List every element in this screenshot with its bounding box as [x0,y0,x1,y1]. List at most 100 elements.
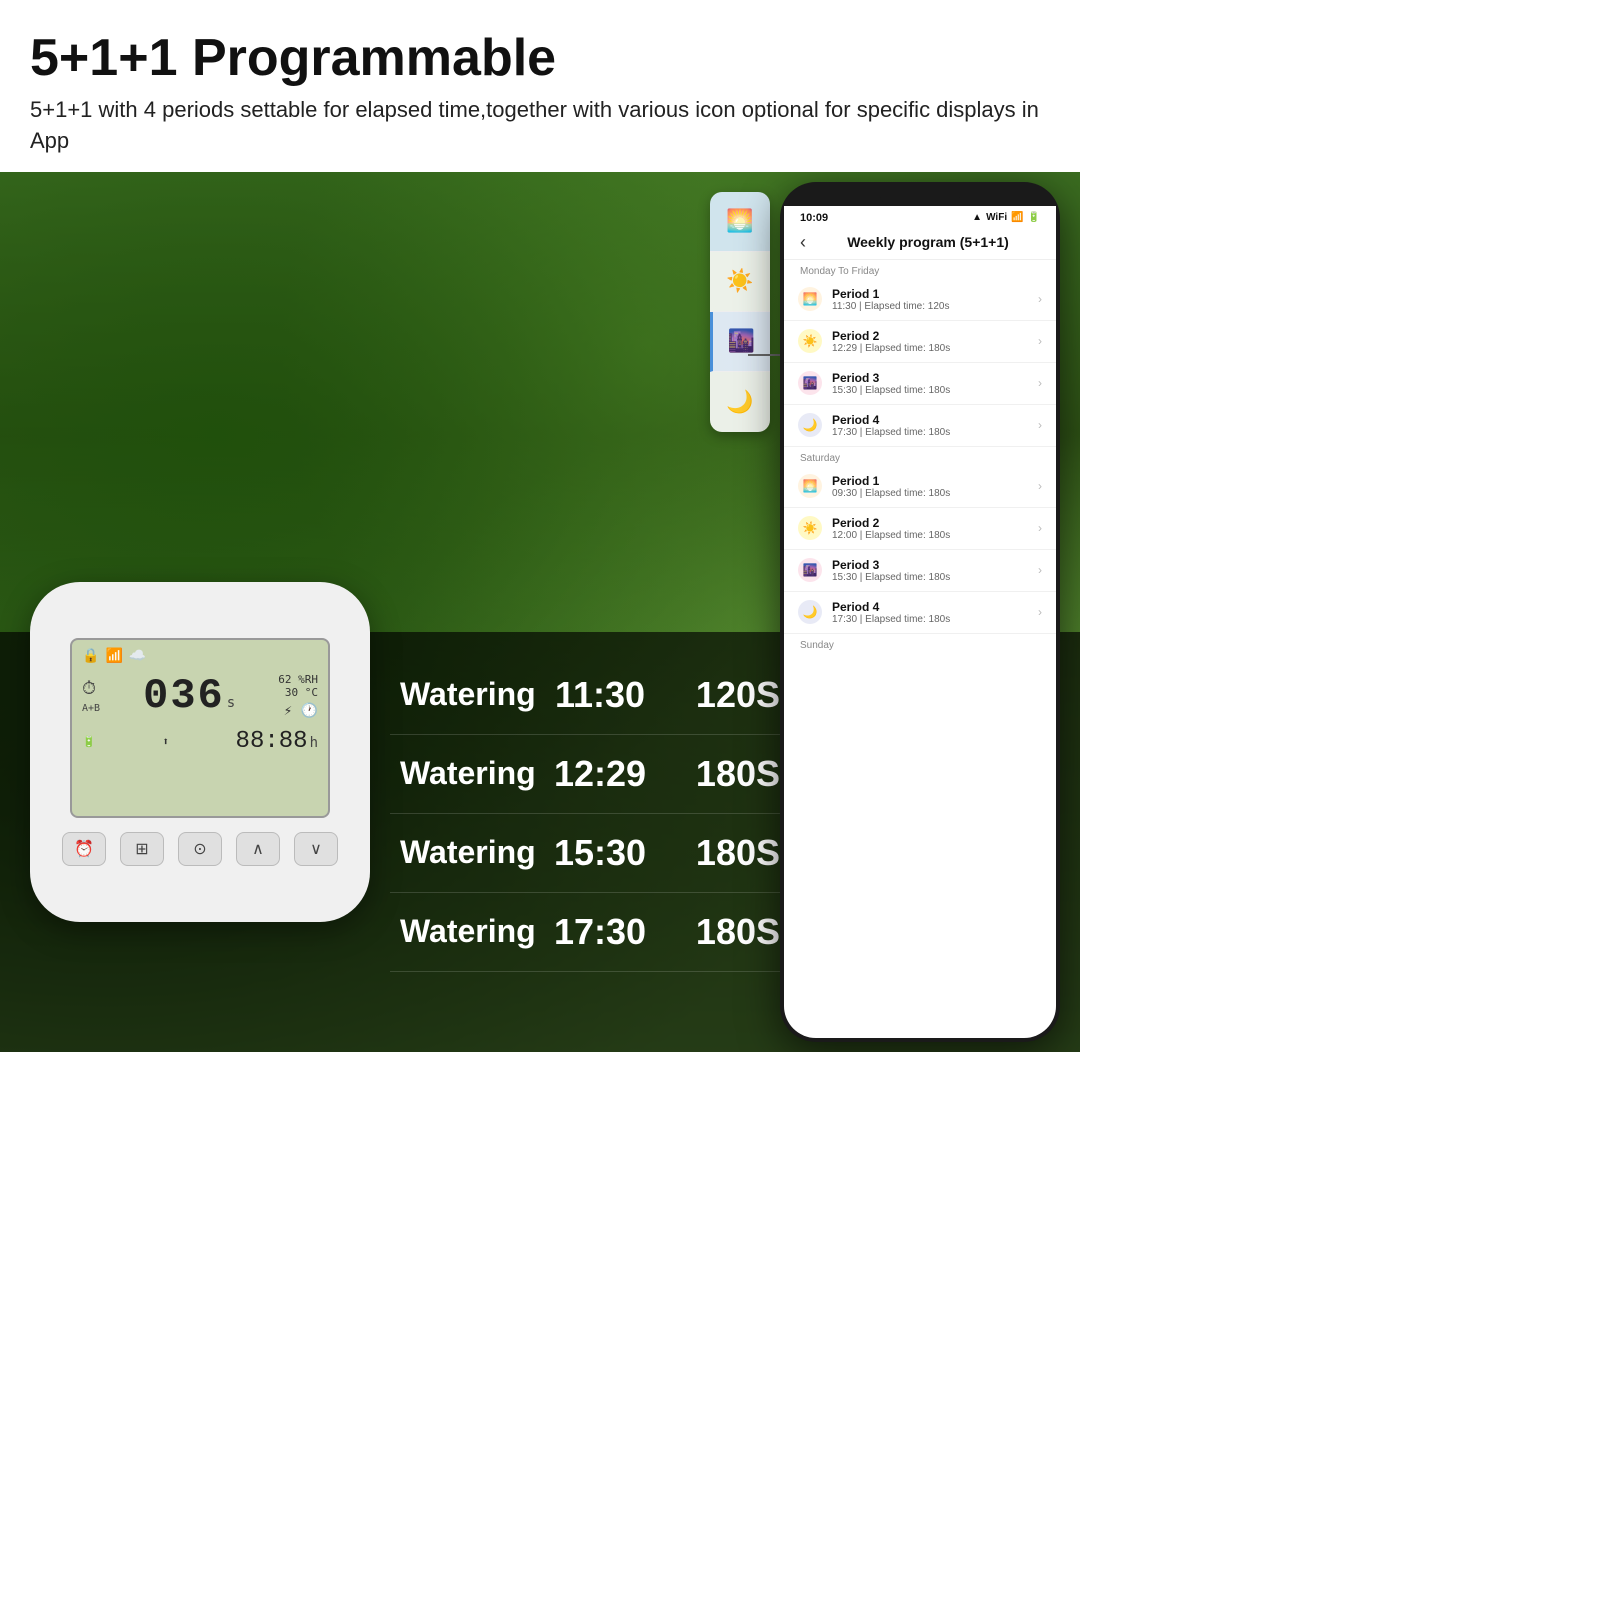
chevron-right-icon-2: › [1038,334,1042,348]
period-name-3: Period 3 [832,371,1038,385]
section-label-mf: Monday To Friday [784,260,1056,279]
phone-status-bar: 10:09 ▲ WiFi 📶 🔋 [784,206,1056,226]
icon-strip-sun[interactable]: ☀️ [710,252,770,312]
schedule-row-1: Watering 11:30 120S [390,656,790,735]
period-sat-time-4: 17:30 | Elapsed time: 180s [832,614,1038,625]
watering-label-3: Watering [400,834,540,871]
duration-1: 120S [660,674,780,716]
period-mf-2[interactable]: ☀️ Period 2 12:29 | Elapsed time: 180s › [784,321,1056,363]
period-mf-3[interactable]: 🌆 Period 3 15:30 | Elapsed time: 180s › [784,363,1056,405]
phone-mockup: 10:09 ▲ WiFi 📶 🔋 ‹ Weekly program (5+1+1… [780,182,1060,1042]
phone-app-header: ‹ Weekly program (5+1+1) [784,226,1056,260]
bottom-time: 88:88 [236,728,308,755]
period-icon-moon-4: 🌙 [798,413,822,437]
icon-strip-sunset[interactable]: 🌆 [710,312,770,372]
period-name-2: Period 2 [832,329,1038,343]
chevron-right-sat-4: › [1038,605,1042,619]
period-sat-time-3: 15:30 | Elapsed time: 180s [832,572,1038,583]
wifi-icon: 📶 [105,648,122,664]
period-sat-info-2: Period 2 12:00 | Elapsed time: 180s [832,516,1038,541]
schedule-table: Watering 11:30 120S Watering 12:29 180S … [390,656,790,972]
period-sat-info-1: Period 1 09:30 | Elapsed time: 180s [832,474,1038,499]
humidity-value: 62 %RH [278,673,318,686]
device-screen: 🔒 📶 ☁️ ⏱ A+B 036 s [70,638,330,818]
period-sat-time-1: 09:30 | Elapsed time: 180s [832,488,1038,499]
unit-s: s [227,695,235,711]
period-info-3: Period 3 15:30 | Elapsed time: 180s [832,371,1038,396]
period-name-4: Period 4 [832,413,1038,427]
phone-app-title: Weekly program (5+1+1) [816,234,1040,250]
period-sat-name-1: Period 1 [832,474,1038,488]
battery-status-icon: 🔋 [1028,212,1040,223]
icon-strip-moon[interactable]: 🌙 [710,372,770,432]
icon-strip: 🌅 ☀️ 🌆 🌙 [710,192,770,432]
icons-right: ⚡ 🕐 [284,703,318,719]
back-button[interactable]: ‹ [800,232,806,253]
watering-label-4: Watering [400,913,540,950]
section-label-sun: Sunday [784,634,1056,653]
period-sat-info-4: Period 4 17:30 | Elapsed time: 180s [832,600,1038,625]
ab-label: A+B [82,703,100,714]
device-buttons: ⏰ ⊞ ⊙ ∧ ∨ [62,832,338,866]
battery-icon: 🔋 [82,735,96,748]
icon-strip-sunrise[interactable]: 🌅 [710,192,770,252]
status-time: 10:09 [800,212,828,224]
btn-timer[interactable]: ⏰ [62,832,106,866]
time-1: 11:30 [540,674,660,716]
duration-4: 180S [660,911,780,953]
page-description: 5+1+1 with 4 periods settable for elapse… [30,95,1050,157]
period-info-4: Period 4 17:30 | Elapsed time: 180s [832,413,1038,438]
time-3: 15:30 [540,832,660,874]
status-icons: ▲ WiFi 📶 🔋 [972,212,1040,223]
screen-right-info: 62 %RH 30 °C ⚡ 🕐 [278,673,318,719]
period-info-1: Period 1 11:30 | Elapsed time: 120s [832,287,1038,312]
temperature-value: 30 °C [285,686,318,699]
lock-icon: 🔒 [82,648,99,664]
header-section: 5+1+1 Programmable 5+1+1 with 4 periods … [0,0,1080,172]
chevron-right-icon-3: › [1038,376,1042,390]
btn-up[interactable]: ∧ [236,832,280,866]
period-icon-sunrise-sat-1: 🌅 [798,474,822,498]
duration-3: 180S [660,832,780,874]
upload-icon: ⬆ [162,735,169,748]
schedule-row-2: Watering 12:29 180S [390,735,790,814]
chevron-right-sat-1: › [1038,479,1042,493]
period-sat-time-2: 12:00 | Elapsed time: 180s [832,530,1038,541]
schedule-row-4: Watering 17:30 180S [390,893,790,972]
period-sat-1[interactable]: 🌅 Period 1 09:30 | Elapsed time: 180s › [784,466,1056,508]
screen-left-icons: ⏱ A+B [82,678,100,714]
period-name-1: Period 1 [832,287,1038,301]
period-sat-2[interactable]: ☀️ Period 2 12:00 | Elapsed time: 180s › [784,508,1056,550]
time-4: 17:30 [540,911,660,953]
period-time-1: 11:30 | Elapsed time: 120s [832,301,1038,312]
period-icon-sunset-3: 🌆 [798,371,822,395]
period-time-3: 15:30 | Elapsed time: 180s [832,385,1038,396]
period-mf-4[interactable]: 🌙 Period 4 17:30 | Elapsed time: 180s › [784,405,1056,447]
cloud-icon: ☁️ [129,648,146,664]
schedule-row-3: Watering 15:30 180S [390,814,790,893]
time-2: 12:29 [540,753,660,795]
btn-clock[interactable]: ⊙ [178,832,222,866]
signal-icon: ▲ [972,212,982,223]
btn-grid[interactable]: ⊞ [120,832,164,866]
main-number: 036 [143,672,225,720]
phone-screen: 10:09 ▲ WiFi 📶 🔋 ‹ Weekly program (5+1+1… [784,206,1056,1038]
page-title: 5+1+1 Programmable [30,30,1050,87]
period-sat-name-3: Period 3 [832,558,1038,572]
period-sat-name-2: Period 2 [832,516,1038,530]
period-sat-4[interactable]: 🌙 Period 4 17:30 | Elapsed time: 180s › [784,592,1056,634]
period-time-2: 12:29 | Elapsed time: 180s [832,343,1038,354]
period-mf-1[interactable]: 🌅 Period 1 11:30 | Elapsed time: 120s › [784,279,1056,321]
wifi-status-icon: WiFi [986,212,1007,223]
chevron-right-icon-1: › [1038,292,1042,306]
period-sat-3[interactable]: 🌆 Period 3 15:30 | Elapsed time: 180s › [784,550,1056,592]
timer-icon: ⏱ [82,678,100,699]
chevron-right-icon-4: › [1038,418,1042,432]
screen-top-row: 🔒 📶 ☁️ [82,648,318,664]
period-icon-sun-sat-2: ☀️ [798,516,822,540]
period-icon-sun-2: ☀️ [798,329,822,353]
section-label-sat: Saturday [784,447,1056,466]
btn-down[interactable]: ∨ [294,832,338,866]
period-icon-sunrise-1: 🌅 [798,287,822,311]
screen-top-icons: 🔒 📶 ☁️ [82,648,146,664]
